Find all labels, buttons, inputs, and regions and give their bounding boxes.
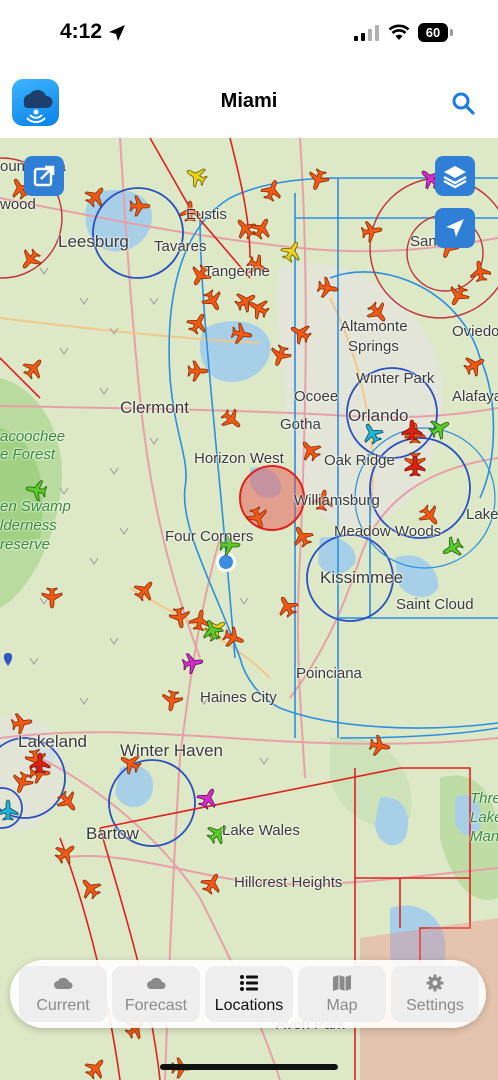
wifi-icon <box>388 24 410 40</box>
tab-label: Locations <box>214 997 284 1014</box>
map-label-manage: Manag <box>470 828 498 845</box>
nav-bar: Miami <box>0 70 498 139</box>
tab-forecast[interactable]: Forecast <box>112 966 200 1022</box>
tab-settings[interactable]: Settings <box>391 966 479 1022</box>
map-label-williamsburg: Williamsburg <box>294 492 380 509</box>
search-icon[interactable] <box>450 90 476 116</box>
map-label-green-swamp: en Swamp <box>0 498 71 515</box>
map-label-preserve: reserve <box>0 536 51 553</box>
map-label-oviedo: Oviedo <box>452 323 498 340</box>
map-label-three: Three <box>470 790 498 807</box>
share-icon <box>33 165 55 187</box>
map-label-winter-haven: Winter Haven <box>120 741 223 760</box>
map-label-bartow: Bartow <box>86 824 139 843</box>
location-arrow-icon <box>446 219 464 237</box>
map-label-leesburg: Leesburg <box>58 232 129 251</box>
map-label-horizon-west: Horizon West <box>194 450 284 467</box>
map-label-ocoee: Ocoee <box>294 388 339 405</box>
tab-label: Current <box>36 997 90 1014</box>
map-label-oak-ridge: Oak Ridge <box>324 452 395 469</box>
map-label-alafaya: Alafaya <box>452 388 498 405</box>
map-label-saint-cloud: Saint Cloud <box>396 596 474 613</box>
tab-map[interactable]: Map <box>298 966 386 1022</box>
map-label-haines-city: Haines City <box>200 689 277 706</box>
aviation-map[interactable]: Leesburg Tavares Eustis ount Dora wood T… <box>0 138 498 1080</box>
location-arrow-icon <box>109 25 125 41</box>
locate-me-button[interactable] <box>435 208 475 248</box>
map-label-tavares: Tavares <box>154 238 207 255</box>
map-label-meadow-woods: Meadow Woods <box>334 523 442 540</box>
list-icon <box>240 975 258 991</box>
map-label-orlando: Orlando <box>348 406 409 425</box>
map-label-poinciana: Poinciana <box>296 665 362 682</box>
layers-button[interactable] <box>435 156 475 196</box>
map-label-lake: Lake <box>466 506 498 523</box>
map-label-eustis: Eustis <box>186 206 227 223</box>
map-label-gotha: Gotha <box>280 416 321 433</box>
tab-label: Forecast <box>124 997 188 1014</box>
map-label-tangerine: Tangerine <box>204 263 270 280</box>
tab-current[interactable]: Current <box>19 966 107 1022</box>
status-bar: 4:12 60 <box>0 0 498 70</box>
map-label-lakeland: Lakeland <box>18 732 88 751</box>
map-icon <box>333 975 351 991</box>
status-time: 4:12 <box>60 20 103 43</box>
map-label-clermont: Clermont <box>120 398 189 417</box>
map-label-lakes: Lakes <box>470 809 498 826</box>
map-label-withlacoochee: acoochee <box>0 428 66 445</box>
map-label-winter-park: Winter Park <box>356 370 435 387</box>
map-label-altamonte: Altamonte <box>340 318 408 335</box>
page-title: Miami <box>220 90 278 112</box>
map-label-springs: Springs <box>348 338 399 355</box>
home-indicator <box>160 1064 338 1070</box>
battery-level: 60 <box>418 23 448 42</box>
battery-icon: 60 <box>418 23 454 43</box>
tab-bar: Current Forecast Locations Map Settings <box>10 960 486 1028</box>
share-button[interactable] <box>24 156 64 196</box>
cloud-icon <box>54 977 73 989</box>
tab-label: Map <box>326 997 358 1014</box>
map-label-lake-wales: Lake Wales <box>222 822 300 839</box>
map-label-four-corners: Four Corners <box>165 528 254 545</box>
gear-icon <box>426 974 444 992</box>
tab-locations[interactable]: Locations <box>205 966 293 1022</box>
cellular-signal-icon <box>354 25 379 41</box>
map-label-hillcrest-heights: Hillcrest Heights <box>234 874 343 891</box>
map-label-kissimmee: Kissimmee <box>320 568 404 587</box>
map-label-wood: wood <box>0 196 36 213</box>
tab-label: Settings <box>406 997 464 1014</box>
map-label-forest: e Forest <box>0 446 56 463</box>
cloud-icon <box>147 977 166 989</box>
layers-icon <box>443 166 467 189</box>
map-label-wilderness: lderness <box>0 517 57 534</box>
